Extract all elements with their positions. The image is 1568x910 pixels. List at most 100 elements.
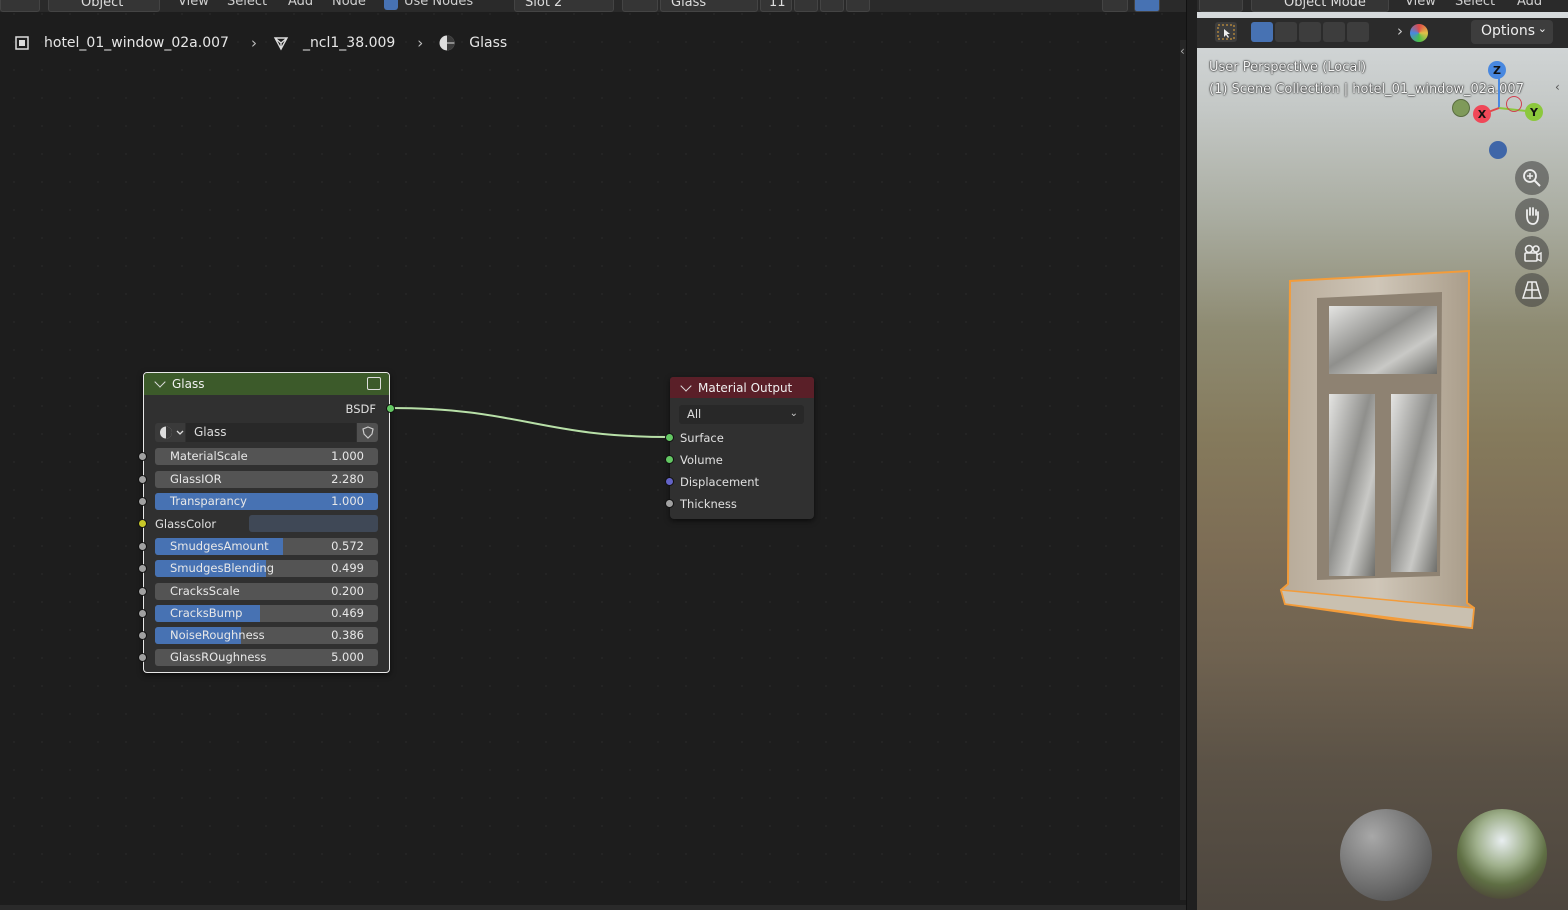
input-socket[interactable] <box>138 542 147 551</box>
material-scale-field[interactable]: MaterialScale 1.000 <box>155 448 378 465</box>
neg-x-axis-ball[interactable] <box>1506 96 1522 112</box>
surface-input-socket[interactable] <box>665 433 674 442</box>
target-dropdown[interactable]: All ⌄ <box>679 405 804 424</box>
options-label: Options <box>1481 23 1536 39</box>
perspective-label: User Perspective (Local) <box>1209 60 1367 75</box>
neg-z-axis-ball[interactable] <box>1489 141 1507 159</box>
select-subtract-icon[interactable] <box>1299 22 1321 42</box>
pan-hand-icon[interactable] <box>1515 198 1549 232</box>
input-label: CracksScale <box>170 584 240 598</box>
perspective-grid-icon[interactable] <box>1515 273 1549 307</box>
glass-ior-field[interactable]: GlassIOR 2.280 <box>155 471 378 488</box>
group-browse-button[interactable] <box>155 423 185 442</box>
volume-label: Volume <box>680 453 723 467</box>
input-socket[interactable] <box>138 631 147 640</box>
3d-viewport[interactable]: Object Mode View Select Add › Options ⌄ … <box>1197 0 1568 910</box>
output-node-header[interactable]: Material Output <box>670 377 814 398</box>
shading-color-icon[interactable] <box>1410 24 1428 42</box>
cracks-scale-field[interactable]: CracksScale 0.200 <box>155 583 378 600</box>
glass-color-swatch[interactable] <box>249 515 378 532</box>
mode-label: Object Mode <box>1284 0 1366 10</box>
group-name: Glass <box>194 425 227 439</box>
glass-group-node[interactable]: Glass BSDF Glass MaterialScale 1.000 Gla… <box>138 372 395 673</box>
input-label: SmudgesAmount <box>170 539 269 553</box>
input-socket[interactable] <box>138 609 147 618</box>
x-axis-ball[interactable]: X <box>1473 105 1491 123</box>
zoom-icon[interactable] <box>1515 161 1549 195</box>
input-value: 2.280 <box>331 472 364 486</box>
input-label: GlassIOR <box>170 472 222 486</box>
input-socket[interactable] <box>138 452 147 461</box>
collapse-chevron-icon[interactable] <box>154 376 166 388</box>
z-axis-ball[interactable]: Z <box>1488 61 1506 79</box>
cracks-bump-slider[interactable]: CracksBump 0.469 <box>155 605 378 622</box>
thickness-input-socket[interactable] <box>665 499 674 508</box>
sidebar-toggle-chevron-icon[interactable]: ‹ <box>1180 44 1185 58</box>
node-group-icon[interactable] <box>367 377 381 390</box>
input-value: 0.572 <box>331 539 364 553</box>
mode-dropdown[interactable]: Object Mode <box>1251 0 1389 12</box>
window-object[interactable] <box>1277 268 1482 633</box>
select-tool-icon[interactable] <box>1215 22 1237 42</box>
color-input-socket[interactable] <box>138 519 147 528</box>
glass-node-header[interactable]: Glass <box>144 373 389 395</box>
displacement-input-socket[interactable] <box>665 477 674 486</box>
chevron-right-icon[interactable]: › <box>1397 22 1403 40</box>
smudges-blending-slider[interactable]: SmudgesBlending 0.499 <box>155 560 378 577</box>
chevron-down-icon: ⌄ <box>1537 22 1547 35</box>
select-extend-icon[interactable] <box>1275 22 1297 42</box>
volume-input-socket[interactable] <box>665 455 674 464</box>
select-new-icon[interactable] <box>1251 22 1273 42</box>
viewport-header: Object Mode View Select Add <box>1197 0 1568 12</box>
neg-y-axis-ball[interactable] <box>1452 99 1470 117</box>
editor-type-button[interactable] <box>1199 0 1243 12</box>
noise-roughness-slider[interactable]: NoiseRoughness 0.386 <box>155 627 378 644</box>
select-intersect-icon[interactable] <box>1347 22 1369 42</box>
input-value: 0.499 <box>331 561 364 575</box>
input-value: 0.200 <box>331 584 364 598</box>
glass-node-title: Glass <box>172 377 205 391</box>
input-label: NoiseRoughness <box>170 628 265 642</box>
vp-menu-add[interactable]: Add <box>1517 0 1542 12</box>
input-socket[interactable] <box>138 475 147 484</box>
input-socket[interactable] <box>138 497 147 506</box>
shield-icon <box>361 426 374 439</box>
bsdf-output-socket[interactable] <box>386 404 395 413</box>
input-socket[interactable] <box>138 653 147 662</box>
input-label: MaterialScale <box>170 449 248 463</box>
input-value: 0.386 <box>331 628 364 642</box>
input-label: SmudgesBlending <box>170 561 274 575</box>
glass-roughness-field[interactable]: GlassROughness 5.000 <box>155 649 378 666</box>
input-value: 1.000 <box>331 494 364 508</box>
select-invert-icon[interactable] <box>1323 22 1345 42</box>
sidebar-toggle-chevron-icon[interactable]: ‹ <box>1555 80 1560 94</box>
vp-menu-select[interactable]: Select <box>1455 0 1495 12</box>
chevron-down-icon: ⌄ <box>789 408 798 419</box>
node-editor[interactable]: Object View Select Add Node Use Nodes Sl… <box>0 0 1186 910</box>
options-dropdown[interactable]: Options ⌄ <box>1471 20 1553 44</box>
fake-user-shield-button[interactable] <box>357 423 378 442</box>
material-output-node[interactable]: Material Output All ⌄ Surface Volume Dis… <box>665 377 814 519</box>
viewport-tool-header: › Options ⌄ <box>1197 18 1568 48</box>
thickness-label: Thickness <box>680 497 737 511</box>
input-socket[interactable] <box>138 564 147 573</box>
bsdf-output-label: BSDF <box>345 402 376 416</box>
y-axis-ball[interactable]: Y <box>1525 103 1543 121</box>
camera-icon[interactable] <box>1515 236 1549 270</box>
transparancy-slider[interactable]: Transparancy 1.000 <box>155 493 378 510</box>
input-socket[interactable] <box>138 587 147 596</box>
area-divider[interactable] <box>1186 0 1197 910</box>
vp-menu-view[interactable]: View <box>1405 0 1436 12</box>
input-label: CracksBump <box>170 606 243 620</box>
group-name-field[interactable]: Glass <box>186 423 356 442</box>
matcap-sphere-preview <box>1340 809 1432 901</box>
material-icon <box>160 426 184 439</box>
horizontal-scrollbar[interactable] <box>0 905 1186 910</box>
hdri-sphere-preview <box>1457 809 1547 899</box>
input-value: 1.000 <box>331 449 364 463</box>
input-label: GlassROughness <box>170 650 267 664</box>
collapse-chevron-icon[interactable] <box>680 379 692 392</box>
smudges-amount-slider[interactable]: SmudgesAmount 0.572 <box>155 538 378 555</box>
surface-label: Surface <box>680 431 724 445</box>
glass-color-label: GlassColor <box>155 517 217 531</box>
